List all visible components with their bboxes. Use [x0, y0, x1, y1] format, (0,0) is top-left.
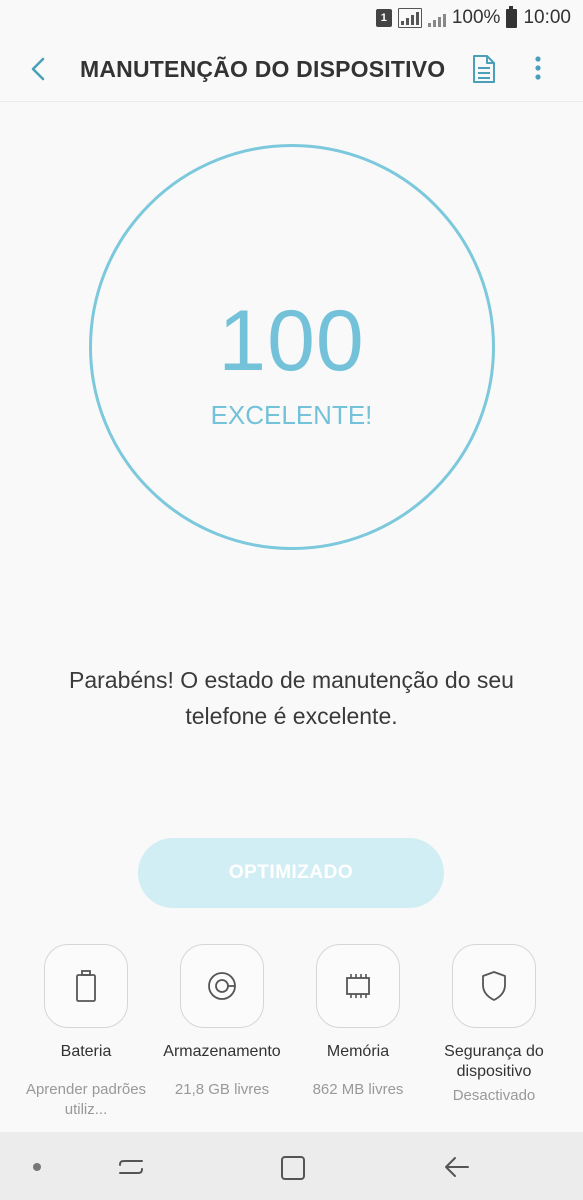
tile-label: Segurança do dispositivo [444, 1043, 544, 1080]
recents-icon [119, 1160, 143, 1174]
more-vert-icon [535, 56, 541, 80]
sim-badge: 1 [375, 9, 392, 27]
optimize-button[interactable]: OPTIMIZADO [138, 838, 444, 908]
tile-battery[interactable]: Bateria Aprender padrões utiliz... [18, 944, 154, 1120]
tile-subtitle: Desactivado [452, 1087, 536, 1104]
back-button[interactable] [24, 54, 54, 84]
app-bar: MANUTENÇÃO DO DISPOSITIVO [0, 36, 583, 102]
home-button[interactable] [279, 1154, 307, 1182]
tile-storage[interactable]: Armazenamento 21,8 GB livres [154, 944, 290, 1100]
clock: 10:00 [523, 7, 571, 28]
battery-percent: 100% [451, 7, 501, 28]
signal-sim2-icon [427, 9, 446, 27]
back-nav-button[interactable] [442, 1152, 472, 1182]
score-label: EXCELENTE! [210, 400, 373, 430]
tile-subtitle: 862 MB livres [312, 1081, 404, 1098]
more-options-button[interactable] [526, 54, 550, 84]
storage-icon [208, 972, 236, 1000]
recents-button[interactable] [116, 1152, 146, 1182]
tile-label: Bateria [60, 1043, 112, 1060]
status-message: Parabéns! O estado de manutenção do seu … [69, 667, 514, 729]
tile-label: Memória [326, 1043, 390, 1060]
score-value: 100 [218, 293, 365, 389]
tile-icon-box [180, 944, 264, 1028]
navigation-bar [0, 1132, 583, 1200]
document-icon [473, 55, 495, 83]
battery-status-icon [506, 5, 518, 28]
memory-chip-icon [346, 974, 370, 998]
back-arrow-icon [31, 57, 45, 81]
report-button[interactable] [470, 54, 498, 84]
tile-label: Armazenamento [163, 1043, 281, 1060]
tile-icon-box [44, 944, 128, 1028]
device-maintenance-screen: 1 100% 10:00 MANUTENÇÃO DO DISPOSITIVO 1… [0, 0, 583, 1200]
signal-sim1-icon [397, 8, 422, 28]
tile-subtitle: 21,8 GB livres [174, 1081, 270, 1098]
back-icon [445, 1157, 469, 1177]
page-title: MANUTENÇÃO DO DISPOSITIVO [80, 56, 446, 82]
tile-icon-box [452, 944, 536, 1028]
shield-icon [482, 971, 506, 1001]
home-icon [281, 1156, 305, 1180]
status-bar: 1 100% 10:00 [0, 0, 583, 36]
tile-memory[interactable]: Memória 862 MB livres [290, 944, 426, 1100]
tile-icon-box [316, 944, 400, 1028]
battery-icon [76, 970, 96, 1002]
tile-security[interactable]: Segurança do dispositivo Desactivado [426, 944, 562, 1106]
dot-icon[interactable] [33, 1163, 41, 1171]
tile-subtitle: Aprender padrões utiliz... [25, 1081, 147, 1118]
